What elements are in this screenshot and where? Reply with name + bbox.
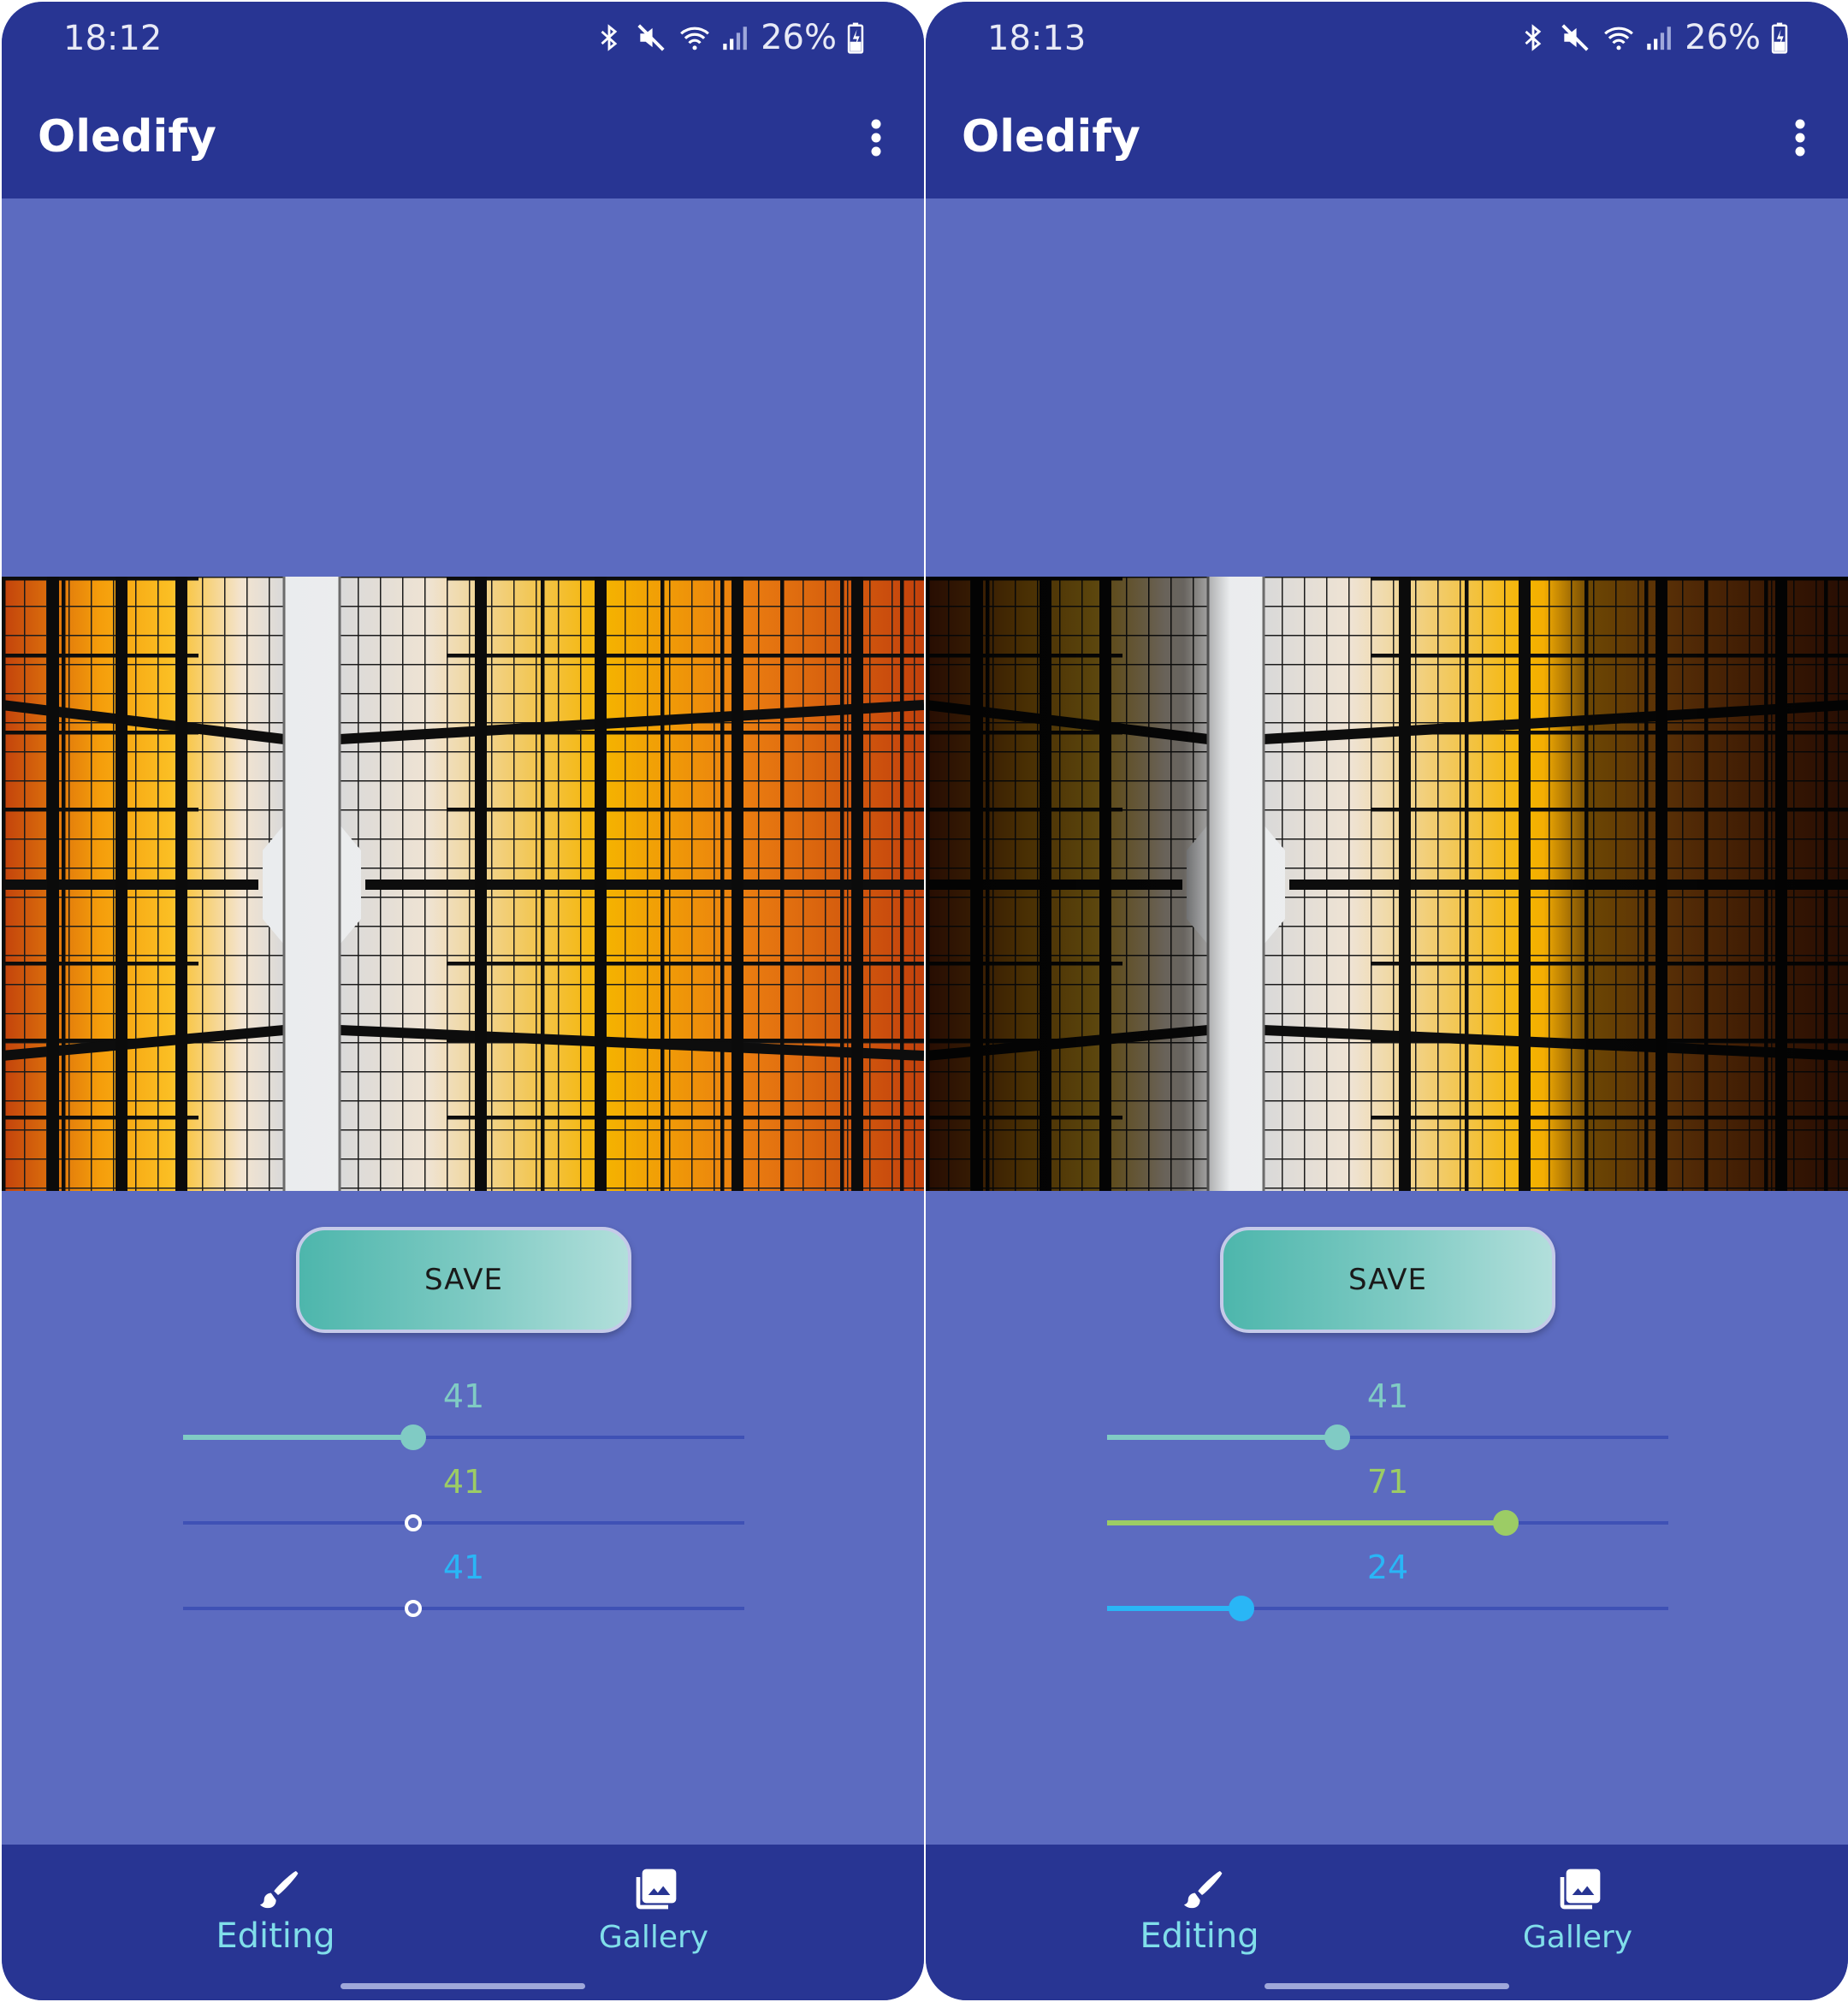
nav-item-gallery[interactable]: Gallery bbox=[1449, 1845, 1706, 1973]
slider-2[interactable] bbox=[183, 1506, 744, 1540]
slider-track-fill bbox=[1107, 1606, 1242, 1611]
preview-image bbox=[926, 577, 1848, 1191]
signal-icon bbox=[1647, 27, 1671, 50]
slider-3-value: 24 bbox=[1366, 1549, 1409, 1586]
slider-2[interactable] bbox=[1107, 1506, 1668, 1540]
phone-screen-left: 18:12 26% Oledify SAVE 41 41 41 Editing … bbox=[2, 2, 924, 2000]
slider-3[interactable] bbox=[183, 1591, 744, 1626]
wifi-icon bbox=[680, 27, 709, 50]
slider-thumb[interactable] bbox=[404, 1600, 422, 1617]
brush-icon bbox=[260, 1871, 299, 1909]
photo-library-icon bbox=[636, 1869, 677, 1910]
more-vert-icon bbox=[871, 119, 881, 157]
nav-label-editing: Editing bbox=[1140, 1916, 1259, 1956]
save-button[interactable]: SAVE bbox=[296, 1227, 631, 1333]
bottom-navigation: Editing Gallery bbox=[2, 1845, 924, 2000]
more-options-button[interactable] bbox=[1776, 108, 1824, 168]
slider-thumb[interactable] bbox=[1324, 1424, 1350, 1450]
status-icons: 26% bbox=[595, 17, 866, 58]
slider-3[interactable] bbox=[1107, 1591, 1668, 1626]
status-bar: 18:13 26% bbox=[926, 2, 1848, 74]
slider-2-value: 41 bbox=[442, 1463, 485, 1501]
more-options-button[interactable] bbox=[852, 108, 900, 168]
battery-percent: 26% bbox=[1685, 18, 1761, 57]
slider-track bbox=[183, 1521, 744, 1525]
bluetooth-icon bbox=[1525, 24, 1542, 51]
slider-1-value: 41 bbox=[442, 1377, 485, 1415]
save-button-label: SAVE bbox=[424, 1263, 504, 1297]
nav-label-editing: Editing bbox=[216, 1916, 335, 1956]
nav-label-gallery: Gallery bbox=[598, 1920, 709, 1955]
slider-thumb[interactable] bbox=[400, 1424, 426, 1450]
signal-icon bbox=[723, 27, 747, 50]
status-bar: 18:12 26% bbox=[2, 2, 924, 74]
battery-charging-icon bbox=[847, 22, 864, 54]
slider-track-fill bbox=[183, 1435, 413, 1440]
status-time: 18:12 bbox=[63, 19, 163, 58]
nav-item-editing[interactable]: Editing bbox=[147, 1845, 404, 1973]
slider-1[interactable] bbox=[1107, 1420, 1668, 1454]
app-title: Oledify bbox=[38, 111, 216, 163]
photo-library-icon bbox=[1560, 1869, 1601, 1910]
nav-item-editing[interactable]: Editing bbox=[1071, 1845, 1328, 1973]
slider-track-fill bbox=[1107, 1520, 1506, 1525]
slider-track-fill bbox=[1107, 1435, 1337, 1440]
slider-1-value: 41 bbox=[1366, 1377, 1409, 1415]
app-title: Oledify bbox=[962, 111, 1140, 163]
slider-3-value: 41 bbox=[442, 1549, 485, 1586]
brush-icon bbox=[1184, 1871, 1223, 1909]
wifi-icon bbox=[1604, 27, 1633, 50]
battery-charging-icon bbox=[1771, 22, 1788, 54]
slider-2-value: 71 bbox=[1366, 1463, 1409, 1501]
bluetooth-icon bbox=[601, 24, 618, 51]
bottom-navigation: Editing Gallery bbox=[926, 1845, 1848, 2000]
app-bar: Oledify bbox=[2, 74, 924, 198]
app-bar: Oledify bbox=[926, 74, 1848, 198]
save-button[interactable]: SAVE bbox=[1220, 1227, 1555, 1333]
phone-screen-right: 18:13 26% Oledify SAVE 41 71 24 Editing … bbox=[926, 2, 1848, 2000]
nav-label-gallery: Gallery bbox=[1522, 1920, 1633, 1955]
more-vert-icon bbox=[1795, 119, 1805, 157]
home-indicator bbox=[341, 1983, 585, 1989]
nav-item-gallery[interactable]: Gallery bbox=[525, 1845, 782, 1973]
mute-icon bbox=[1561, 24, 1589, 51]
mute-icon bbox=[637, 24, 665, 51]
slider-track bbox=[183, 1607, 744, 1610]
preview-image bbox=[2, 577, 924, 1191]
slider-thumb[interactable] bbox=[1492, 1510, 1519, 1536]
status-icons: 26% bbox=[1519, 17, 1790, 58]
status-time: 18:13 bbox=[987, 19, 1087, 58]
slider-thumb[interactable] bbox=[404, 1514, 422, 1531]
home-indicator bbox=[1265, 1983, 1509, 1989]
slider-thumb[interactable] bbox=[1229, 1596, 1255, 1621]
slider-1[interactable] bbox=[183, 1420, 744, 1454]
battery-percent: 26% bbox=[761, 18, 837, 57]
save-button-label: SAVE bbox=[1348, 1263, 1428, 1297]
